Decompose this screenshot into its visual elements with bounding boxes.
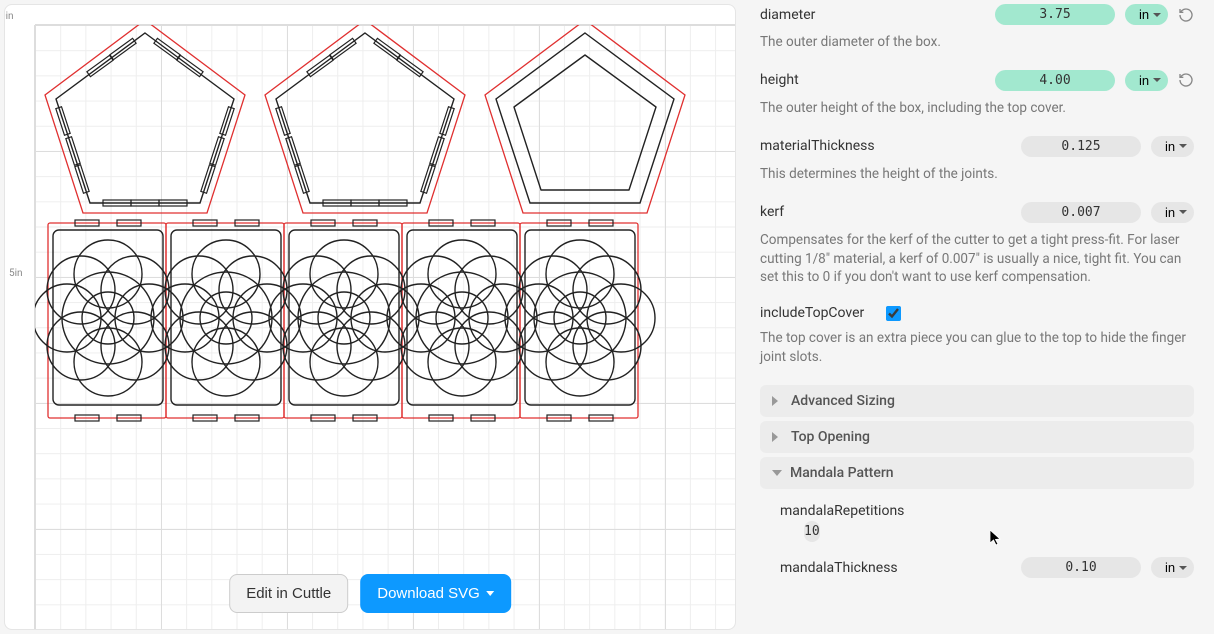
param-label: kerf: [760, 204, 784, 220]
diameter-unit-select[interactable]: in: [1125, 4, 1168, 25]
kerf-unit-select[interactable]: in: [1151, 202, 1194, 223]
ruler-tick-label: 5in: [9, 268, 23, 279]
edit-in-cuttle-button[interactable]: Edit in Cuttle: [229, 574, 348, 613]
ruler-horizontal: [35, 5, 735, 25]
mandalarepetitions-value-input[interactable]: 10: [804, 521, 820, 542]
disclosure-closed-icon: [772, 432, 783, 442]
section-label: Mandala Pattern: [790, 465, 894, 481]
download-svg-button[interactable]: Download SVG: [360, 574, 511, 613]
canvas-button-row: Edit in Cuttle Download SVG: [229, 574, 511, 613]
param-label: includeTopCover: [760, 305, 864, 321]
param-diameter-row: diameter 3.75 in: [760, 0, 1194, 27]
section-advanced-sizing[interactable]: Advanced Sizing: [760, 385, 1194, 417]
materialthickness-unit-select[interactable]: in: [1151, 136, 1194, 157]
reset-icon[interactable]: [1178, 72, 1194, 88]
materialthickness-value-input[interactable]: 0.125: [1021, 136, 1141, 157]
height-unit-select[interactable]: in: [1125, 70, 1168, 91]
includetopcover-checkbox[interactable]: [886, 306, 901, 321]
disclosure-open-icon: [772, 470, 782, 476]
param-kerf-row: kerf 0.007 in: [760, 198, 1194, 225]
param-description: The outer diameter of the box.: [760, 27, 1194, 66]
section-label: Advanced Sizing: [791, 393, 895, 409]
param-description: The top cover is an extra piece you can …: [760, 323, 1194, 381]
mandalathickness-unit-select[interactable]: in: [1151, 557, 1194, 578]
param-label: mandalaRepetitions: [780, 503, 904, 519]
diameter-value-input[interactable]: 3.75: [995, 4, 1115, 25]
section-label: Top Opening: [791, 429, 870, 445]
design-preview[interactable]: [35, 25, 735, 475]
canvas-area: 0in 5in: [0, 0, 740, 634]
param-includetopcover-row: includeTopCover: [760, 301, 1194, 323]
height-value-input[interactable]: 4.00: [995, 70, 1115, 91]
parameters-sidebar: diameter 3.75 in The outer diameter of t…: [740, 0, 1214, 634]
param-description: The outer height of the box, including t…: [760, 93, 1194, 132]
param-description: This determines the height of the joints…: [760, 159, 1194, 198]
disclosure-closed-icon: [772, 396, 783, 406]
param-label: mandalaThickness: [780, 560, 898, 576]
canvas-frame[interactable]: 0in 5in: [4, 4, 736, 630]
mandalathickness-value-input[interactable]: 0.10: [1021, 557, 1141, 578]
param-height-row: height 4.00 in: [760, 66, 1194, 93]
section-top-opening[interactable]: Top Opening: [760, 421, 1194, 453]
chevron-down-icon: [486, 591, 494, 596]
param-materialthickness-row: materialThickness 0.125 in: [760, 132, 1194, 159]
param-mandalathickness-row: mandalaThickness 0.10 in: [760, 547, 1194, 584]
param-label: diameter: [760, 7, 815, 23]
section-mandala-pattern[interactable]: Mandala Pattern: [760, 457, 1194, 489]
param-mandalarepetitions-row: mandalaRepetitions: [760, 493, 1194, 525]
param-label: materialThickness: [760, 138, 875, 154]
param-label: height: [760, 72, 799, 88]
download-svg-label: Download SVG: [377, 585, 480, 602]
reset-icon[interactable]: [1178, 7, 1194, 23]
kerf-value-input[interactable]: 0.007: [1021, 202, 1141, 223]
param-description: Compensates for the kerf of the cutter t…: [760, 225, 1194, 302]
ruler-tick-label: 0in: [4, 11, 14, 22]
ruler-vertical: 0in 5in: [5, 25, 35, 629]
